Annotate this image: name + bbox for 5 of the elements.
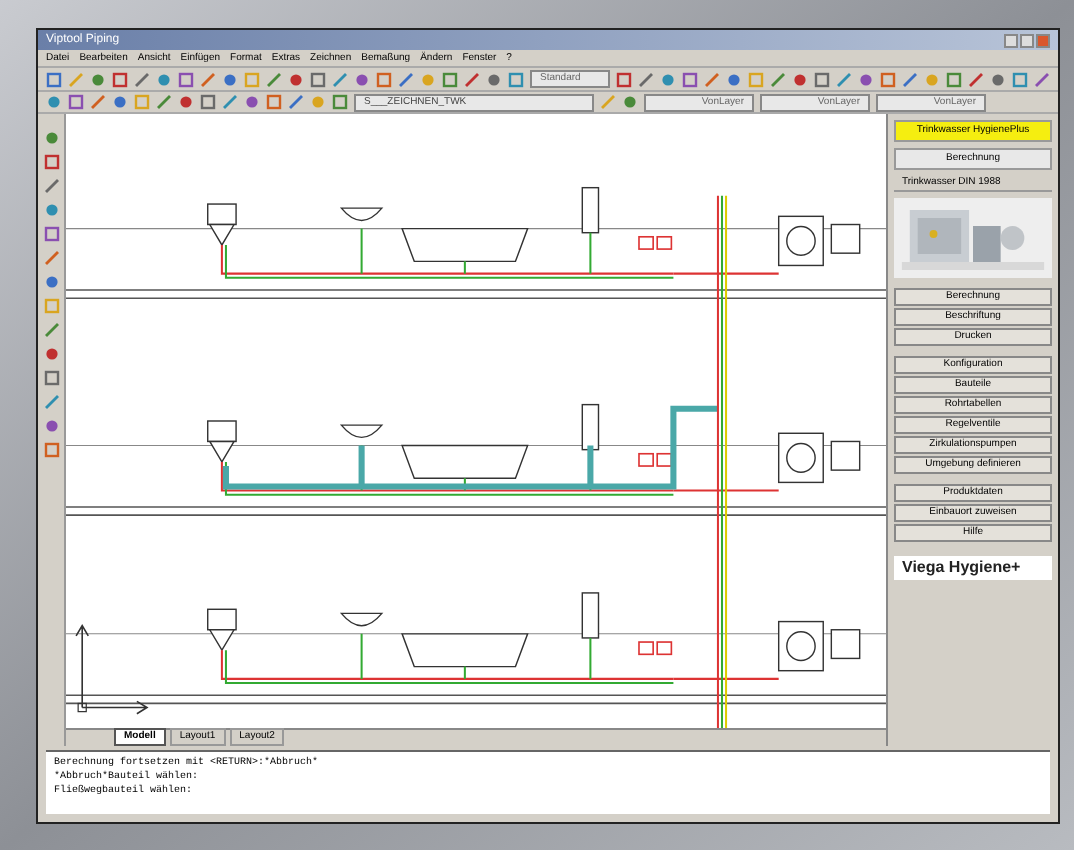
maximize-button[interactable] (1020, 33, 1034, 47)
brand-logo: Viega Hygiene+ (894, 556, 1052, 580)
axis-icon (75, 624, 149, 715)
minimize-button[interactable] (1004, 33, 1018, 47)
close-button[interactable] (1036, 33, 1050, 47)
